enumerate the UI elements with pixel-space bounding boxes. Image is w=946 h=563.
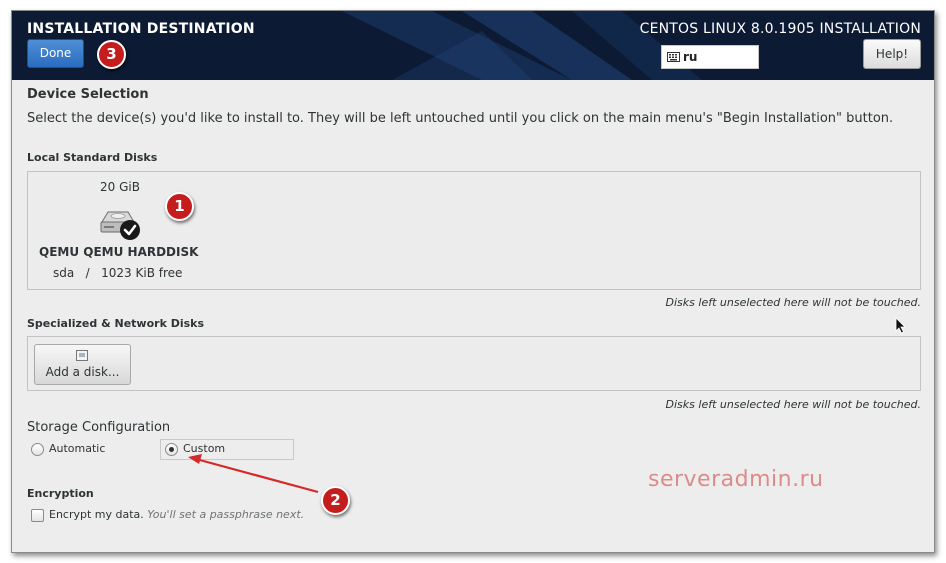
help-button[interactable]: Help! (863, 39, 921, 69)
encrypt-checkbox[interactable] (31, 509, 44, 522)
device-selection-instructions: Select the device(s) you'd like to insta… (27, 111, 894, 126)
automatic-label: Automatic (49, 442, 106, 455)
annotation-marker-3: 3 (97, 40, 126, 69)
encrypt-label: Encrypt my data. (49, 508, 144, 521)
encrypt-hint: You'll set a passphrase next. (147, 508, 305, 521)
watermark-text: serveradmin.ru (648, 467, 824, 492)
header-bar: INSTALLATION DESTINATION CENTOS LINUX 8.… (12, 11, 934, 80)
automatic-radio[interactable] (31, 443, 44, 456)
custom-radio[interactable] (165, 443, 178, 456)
encrypt-option[interactable]: Encrypt my data. You'll set a passphrase… (27, 506, 307, 526)
disk-tile[interactable]: 20 GiB QEMU QEMU HARDDISK sda / 1023 KiB… (28, 172, 218, 289)
installer-window: INSTALLATION DESTINATION CENTOS LINUX 8.… (11, 10, 935, 553)
local-disks-note: Disks left unselected here will not be t… (665, 296, 921, 309)
specialized-disks-panel: Add a disk... (27, 336, 921, 391)
specialized-disks-note: Disks left unselected here will not be t… (665, 398, 921, 411)
custom-label: Custom (183, 442, 226, 455)
annotation-marker-1: 1 (165, 192, 194, 221)
automatic-option[interactable]: Automatic (27, 440, 137, 460)
add-disk-button[interactable]: Add a disk... (34, 344, 131, 385)
encryption-heading: Encryption (27, 487, 94, 500)
device-selection-heading: Device Selection (27, 87, 149, 102)
add-disk-label: Add a disk... (45, 365, 120, 379)
keyboard-layout-indicator[interactable]: ru (661, 45, 759, 69)
custom-option[interactable]: Custom (160, 439, 294, 460)
mouse-pointer-icon (895, 317, 906, 334)
done-button[interactable]: Done (27, 39, 84, 68)
specialized-disks-heading: Specialized & Network Disks (27, 317, 205, 330)
screen-title: INSTALLATION DESTINATION (27, 21, 255, 37)
annotation-marker-2: 2 (321, 486, 350, 515)
disk-name: QEMU QEMU HARDDISK (39, 245, 199, 259)
disk-info: sda / 1023 KiB free (53, 266, 183, 280)
keyboard-layout-label: ru (683, 50, 698, 64)
disk-size: 20 GiB (100, 180, 140, 194)
local-disks-panel: 20 GiB QEMU QEMU HARDDISK sda / 1023 KiB… (27, 171, 921, 290)
local-disks-heading: Local Standard Disks (27, 151, 158, 164)
harddisk-selected-icon (100, 211, 140, 240)
product-title: CENTOS LINUX 8.0.1905 INSTALLATION (639, 21, 921, 37)
add-disk-icon (76, 350, 88, 361)
storage-configuration-heading: Storage Configuration (27, 420, 171, 435)
keyboard-icon (667, 52, 680, 62)
encrypt-label-wrap: Encrypt my data. You'll set a passphrase… (49, 508, 304, 521)
